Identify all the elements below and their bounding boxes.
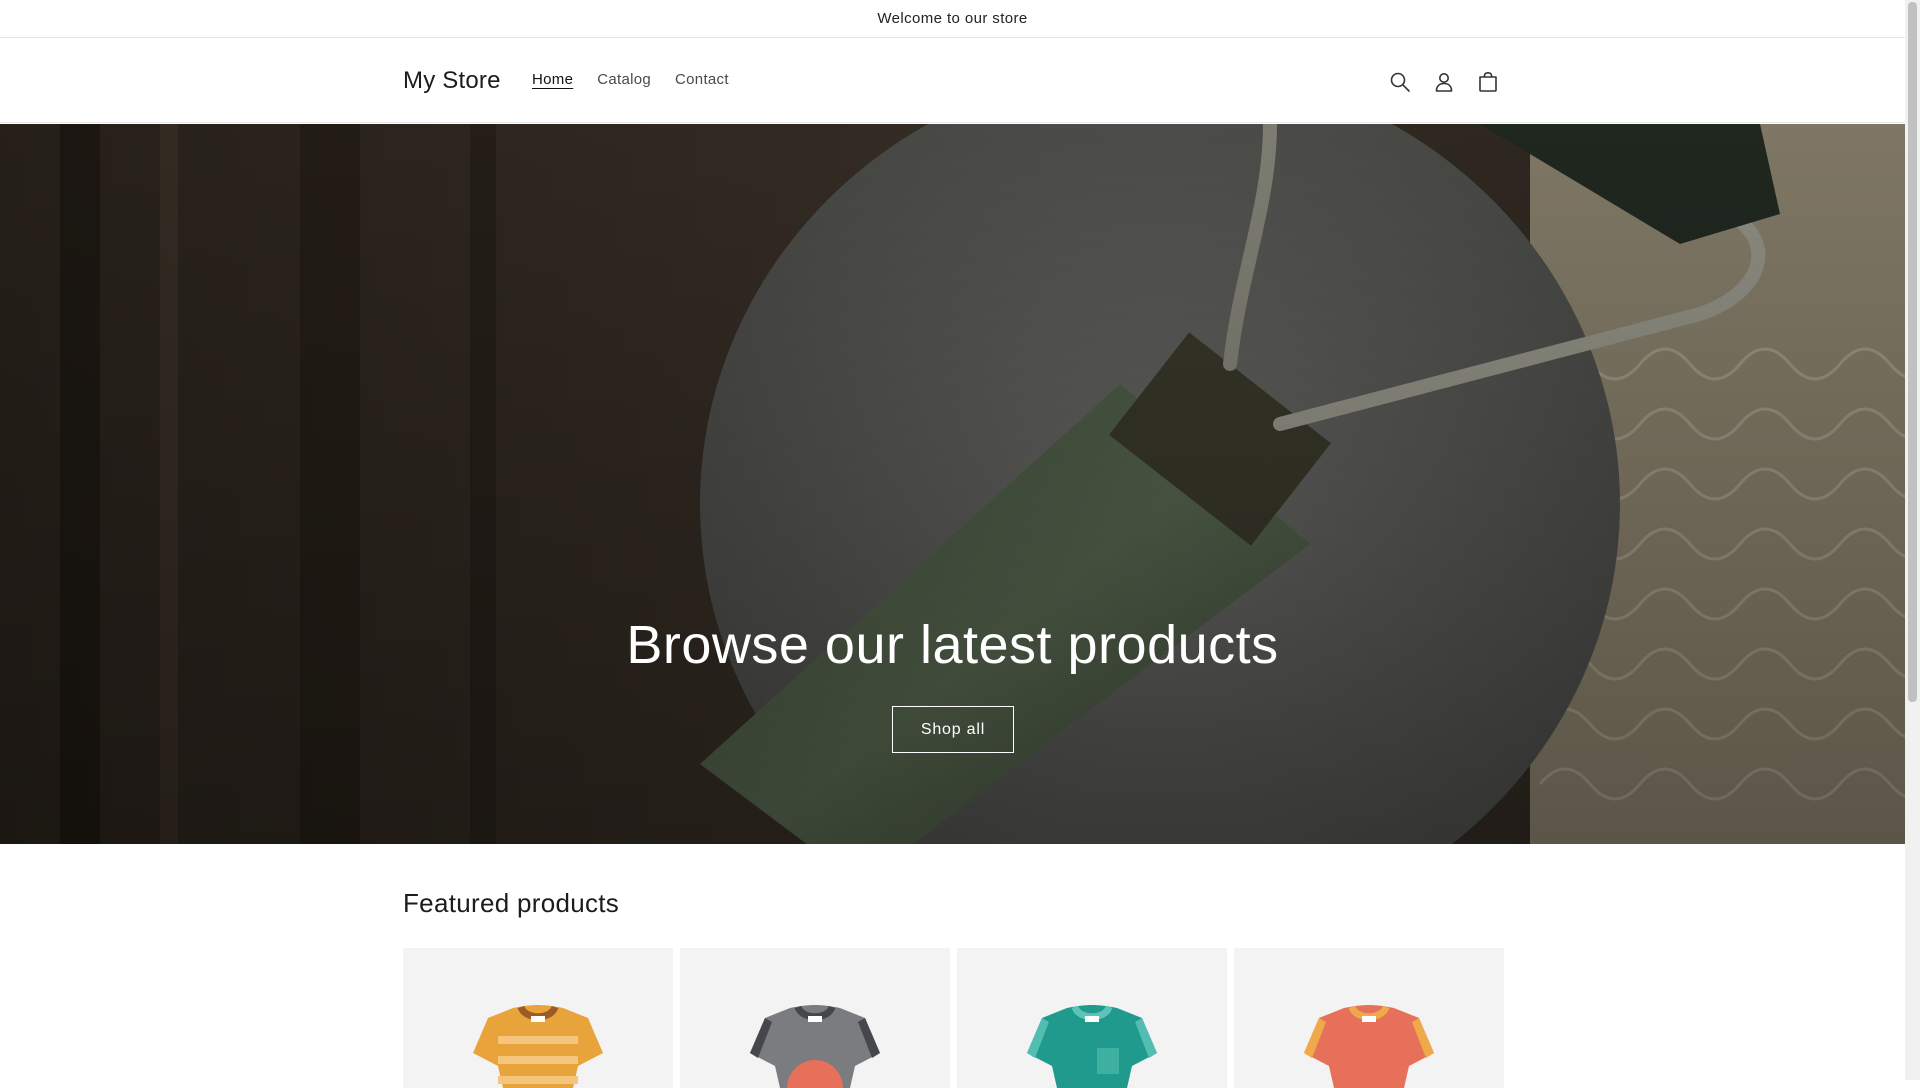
gray-tshirt-icon bbox=[750, 1005, 880, 1088]
striped-tshirt-icon bbox=[473, 1005, 603, 1088]
cart-icon bbox=[1479, 71, 1497, 92]
product-card[interactable] bbox=[1234, 948, 1504, 1088]
hero-banner: Browse our latest products Shop all bbox=[0, 124, 1905, 844]
nav-catalog[interactable]: Catalog bbox=[585, 71, 663, 88]
coral-tshirt-icon bbox=[1304, 1005, 1434, 1088]
store-logo[interactable]: My Store bbox=[403, 67, 501, 95]
main-nav: Home Catalog Contact bbox=[520, 71, 741, 88]
product-card[interactable] bbox=[403, 948, 673, 1088]
account-icon bbox=[1435, 73, 1453, 92]
account-button[interactable] bbox=[1422, 60, 1466, 104]
announcement-text: Welcome to our store bbox=[877, 10, 1028, 27]
site-header: My Store Home Catalog Contact bbox=[0, 38, 1905, 123]
cart-button[interactable] bbox=[1466, 60, 1510, 104]
search-icon bbox=[1390, 72, 1410, 92]
announcement-bar: Welcome to our store bbox=[0, 0, 1905, 38]
search-button[interactable] bbox=[1378, 60, 1422, 104]
shop-all-button[interactable]: Shop all bbox=[892, 706, 1014, 753]
header-icons bbox=[1378, 60, 1510, 104]
featured-products-title: Featured products bbox=[403, 888, 620, 918]
product-card[interactable] bbox=[680, 948, 950, 1088]
nav-contact[interactable]: Contact bbox=[663, 71, 741, 88]
product-card[interactable] bbox=[957, 948, 1227, 1088]
page-scrollbar[interactable] bbox=[1905, 0, 1920, 1080]
teal-tshirt-icon bbox=[1027, 1005, 1157, 1088]
hero-heading: Browse our latest products bbox=[626, 615, 1279, 675]
nav-home[interactable]: Home bbox=[520, 71, 585, 88]
scrollbar-thumb[interactable] bbox=[1908, 2, 1917, 702]
